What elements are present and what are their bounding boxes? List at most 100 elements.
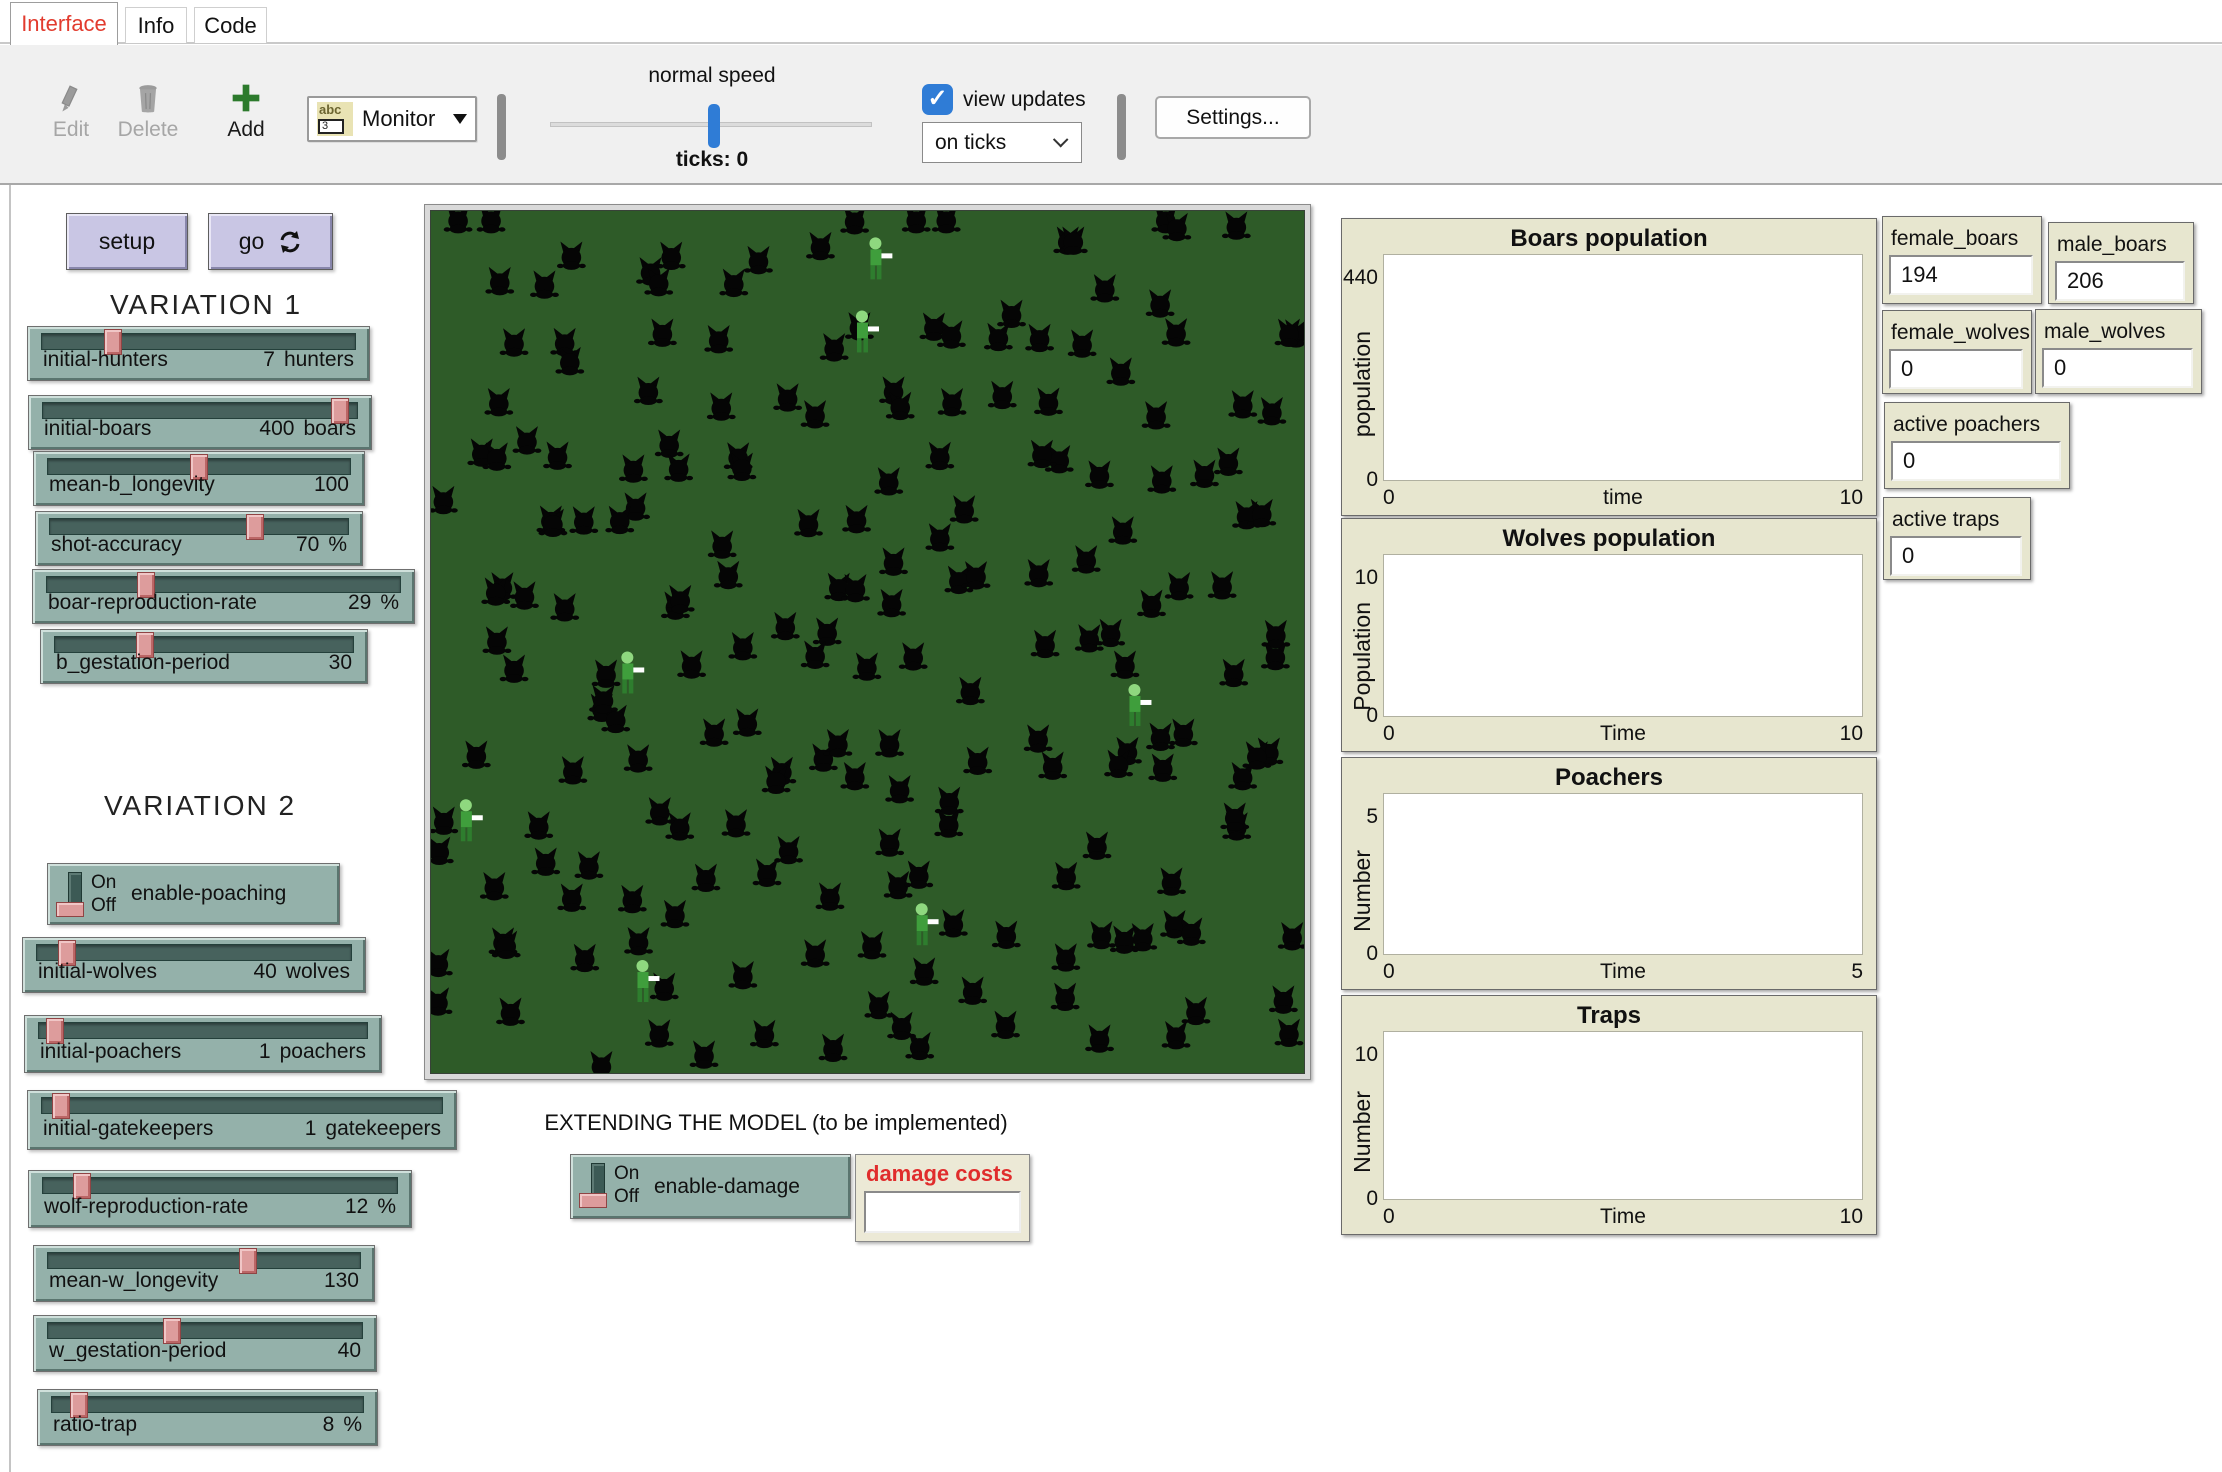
add-button[interactable]: Add	[210, 82, 282, 142]
plot-xmax-label: 10	[1840, 486, 1863, 510]
switch-knob[interactable]	[56, 902, 84, 917]
plot-ylabel: Population	[1347, 593, 1377, 711]
plot-ymax-label: 10	[1342, 1043, 1378, 1067]
switch-enable-damage[interactable]: On Off enable-damage	[570, 1154, 851, 1219]
slider-label: initial-hunters	[43, 348, 168, 372]
switch-enable-poaching[interactable]: On Off enable-poaching	[47, 863, 340, 925]
slider-handle[interactable]	[246, 514, 264, 540]
plot-ylabel: Number	[1347, 832, 1377, 949]
toolbar: Edit Delete Add abc 3 Monitor normal spe…	[0, 45, 2222, 183]
damage-costs-note: damage costs	[855, 1154, 1030, 1242]
slider-initial-gatekeepers[interactable]: initial-gatekeepers 1gatekeepers	[27, 1090, 457, 1150]
update-mode-dropdown[interactable]: on ticks	[922, 122, 1082, 163]
monitor-active-traps: active traps 0	[1883, 497, 2031, 580]
plot-ylabel: Number	[1347, 1070, 1377, 1194]
separator	[497, 94, 506, 160]
monitor-active-poachers: active poachers 0	[1884, 402, 2070, 489]
add-label: Add	[210, 118, 282, 142]
slider-boar-reproduction-rate[interactable]: boar-reproduction-rate 29%	[32, 569, 415, 624]
dropdown-arrow-icon	[453, 114, 467, 124]
slider-value: 30	[329, 651, 352, 675]
slider-label: wolf-reproduction-rate	[44, 1195, 248, 1219]
slider-label: mean-b_longevity	[49, 473, 215, 497]
slider-initial-poachers[interactable]: initial-poachers 1poachers	[24, 1015, 382, 1073]
slider-ratio-trap[interactable]: ratio-trap 8%	[37, 1389, 378, 1446]
slider-value: 29%	[348, 591, 399, 615]
monitor-value: 0	[2042, 348, 2193, 388]
slider-initial-wolves[interactable]: initial-wolves 40wolves	[22, 937, 366, 993]
slider-initial-hunters[interactable]: initial-hunters 7hunters	[27, 326, 370, 381]
switch-knob[interactable]	[579, 1193, 607, 1208]
variation2-heading: VARIATION 2	[14, 790, 386, 822]
plot-ymax-label: 10	[1342, 566, 1378, 590]
slider-label: initial-poachers	[40, 1040, 181, 1064]
monitor-label: active poachers	[1893, 413, 2040, 437]
slider-value: 12%	[345, 1195, 396, 1219]
update-mode-value: on ticks	[935, 131, 1006, 155]
slider-b-gestation-period[interactable]: b_gestation-period 30	[40, 629, 368, 684]
slider-label: ratio-trap	[53, 1413, 137, 1437]
forever-icon	[278, 230, 302, 254]
slider-value: 1poachers	[259, 1040, 366, 1064]
slider-track	[51, 1396, 364, 1413]
slider-label: mean-w_longevity	[49, 1269, 218, 1293]
monitor-value: 0	[1889, 349, 2023, 389]
chevron-down-icon	[1053, 132, 1069, 148]
delete-button[interactable]: Delete	[105, 82, 191, 142]
plot-poachers: Poachers 5 0 Number 0 Time 5	[1341, 757, 1877, 990]
settings-button[interactable]: Settings...	[1155, 96, 1311, 139]
speed-slider-thumb[interactable]	[708, 104, 720, 148]
slider-value: 70%	[296, 533, 347, 557]
plot-title: Poachers	[1342, 764, 1876, 792]
plot-title: Wolves population	[1342, 525, 1876, 553]
monitor-label: active traps	[1892, 508, 1999, 532]
extending-note: EXTENDING THE MODEL (to be implemented)	[456, 1110, 1096, 1136]
plot-area	[1383, 1031, 1863, 1200]
slider-track	[38, 1022, 368, 1039]
monitor-icon-value: 3	[318, 119, 344, 134]
slider-mean-b-longevity[interactable]: mean-b_longevity 100	[33, 451, 365, 506]
slider-wolf-reproduction-rate[interactable]: wolf-reproduction-rate 12%	[28, 1170, 412, 1228]
panel-border	[9, 185, 11, 1472]
monitor-label: male_wolves	[2044, 320, 2165, 344]
slider-label: w_gestation-period	[49, 1339, 226, 1363]
slider-label: boar-reproduction-rate	[48, 591, 257, 615]
view-updates-checkbox[interactable]: ✓	[922, 84, 953, 115]
slider-label: initial-boars	[44, 417, 151, 441]
slider-value: 7hunters	[263, 348, 354, 372]
slider-track	[42, 1177, 398, 1194]
monitor-label: male_boars	[2057, 233, 2167, 257]
world-canvas	[430, 210, 1305, 1074]
plot-area	[1383, 793, 1863, 955]
setup-button[interactable]: setup	[66, 213, 188, 270]
slider-value: 40	[338, 1339, 361, 1363]
slider-value: 40wolves	[253, 960, 350, 984]
separator	[1117, 94, 1126, 160]
slider-handle[interactable]	[239, 1248, 257, 1274]
slider-mean-w-longevity[interactable]: mean-w_longevity 130	[33, 1245, 375, 1302]
plot-xmax-label: 10	[1840, 722, 1863, 746]
tab-interface[interactable]: Interface	[10, 2, 118, 45]
plot-boars-population: Boars population 440 0 population 0 time…	[1341, 218, 1877, 516]
widget-type-dropdown[interactable]: abc 3 Monitor	[307, 96, 477, 142]
slider-track	[47, 1322, 363, 1339]
slider-value: 130	[324, 1269, 359, 1293]
monitor-female-wolves: female_wolves 0	[1882, 310, 2032, 394]
damage-costs-input[interactable]	[864, 1191, 1021, 1233]
delete-label: Delete	[105, 118, 191, 142]
tab-code[interactable]: Code	[194, 7, 267, 43]
edit-button[interactable]: Edit	[30, 82, 112, 142]
slider-w-gestation-period[interactable]: w_gestation-period 40	[33, 1315, 377, 1372]
slider-handle[interactable]	[52, 1093, 70, 1119]
plus-icon	[230, 82, 262, 114]
go-button[interactable]: go	[208, 213, 333, 270]
slider-initial-boars[interactable]: initial-boars 400boars	[28, 395, 372, 450]
switch-label: enable-damage	[654, 1155, 800, 1218]
plot-area	[1383, 254, 1863, 481]
monitor-value: 194	[1889, 255, 2033, 295]
monitor-value: 0	[1891, 441, 2061, 481]
plot-title: Traps	[1342, 1002, 1876, 1030]
tab-info[interactable]: Info	[125, 7, 187, 43]
world-view[interactable]	[424, 204, 1311, 1080]
slider-shot-accuracy[interactable]: shot-accuracy 70%	[35, 511, 363, 566]
